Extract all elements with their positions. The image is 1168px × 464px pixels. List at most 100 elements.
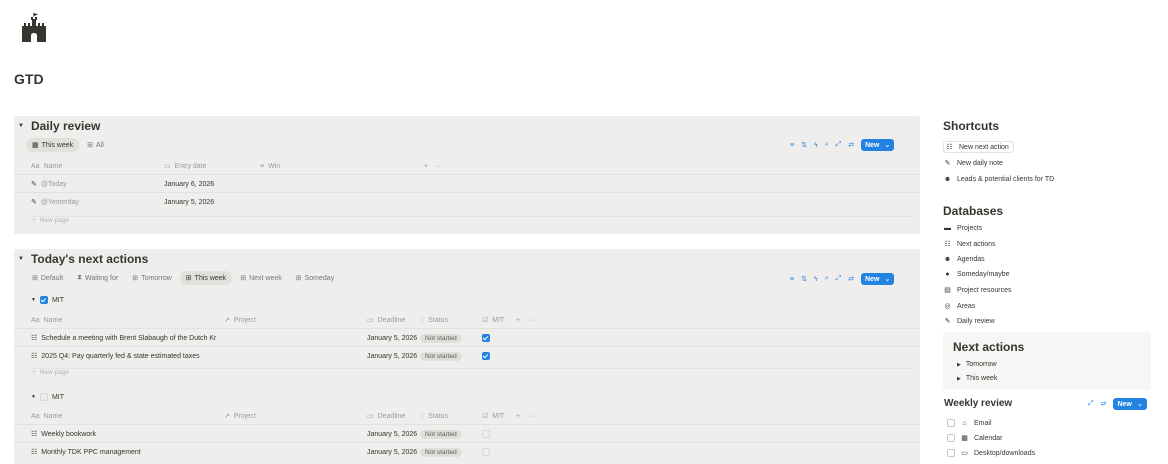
new-page-button[interactable]: + New page: [32, 368, 912, 376]
tab-this-week[interactable]: ⊞ This week: [179, 271, 233, 285]
add-column-button[interactable]: +: [424, 157, 428, 175]
checkbox-empty-icon[interactable]: [482, 430, 490, 438]
settings-icon[interactable]: ⇄: [1101, 400, 1107, 408]
row-status-cell[interactable]: Not started: [420, 425, 462, 443]
more-icon[interactable]: ···: [436, 157, 443, 175]
row-deadline[interactable]: January 5, 2026: [367, 443, 417, 461]
column-status[interactable]: ◌ Status: [420, 407, 448, 425]
group-header-mit-checked[interactable]: ▼ MIT: [31, 296, 64, 304]
filter-icon[interactable]: ≡: [790, 142, 794, 149]
database-agendas[interactable]: ☻ Agendas: [943, 256, 985, 263]
weekly-item-email[interactable]: ⌂ Email: [947, 419, 992, 427]
toggle-triangle-icon[interactable]: ▶: [957, 362, 961, 368]
tab-this-week[interactable]: ▦ This week: [26, 138, 80, 152]
chevron-down-icon[interactable]: ⌄: [885, 141, 891, 149]
table-row[interactable]: ☷ Weekly bookwork January 5, 2026 Not sta…: [14, 424, 920, 442]
shortcut-leads[interactable]: ☻ Leads & potential clients for TD: [943, 176, 1054, 183]
filter-icon[interactable]: ≡: [790, 276, 794, 283]
checkbox-checked-icon[interactable]: [482, 334, 490, 342]
tab-next-week[interactable]: ⊞ Next week: [234, 271, 288, 285]
table-row[interactable]: ☷ 2025 Q4: Pay quarterly fed & state esti…: [14, 346, 920, 364]
column-deadline[interactable]: ▭ Deadline: [367, 407, 405, 425]
row-name-cell[interactable]: ☷ Schedule a meeting with Brent Slabaugh …: [31, 329, 221, 347]
toggle-triangle-icon[interactable]: ▶: [957, 376, 961, 382]
row-name-cell[interactable]: ☷ 2025 Q4: Pay quarterly fed & state esti…: [31, 347, 221, 365]
shortcut-new-next-action[interactable]: ☷ New next action: [943, 141, 1014, 153]
row-name-cell[interactable]: ☷ Monthly TDK PPC management: [31, 443, 221, 461]
weekly-item-calendar[interactable]: ▦ Calendar: [947, 434, 1002, 442]
group-header-mit-unchecked[interactable]: ▼ MIT: [31, 393, 64, 401]
table-row[interactable]: ✎ @Yesterday January 5, 2026: [14, 192, 920, 210]
sort-icon[interactable]: ⇅: [801, 275, 807, 283]
database-someday-maybe[interactable]: ● Someday/maybe: [943, 271, 1009, 278]
more-icon[interactable]: ···: [528, 407, 535, 425]
search-icon[interactable]: ⌕: [825, 141, 829, 149]
automation-icon[interactable]: ϟ: [814, 142, 818, 149]
plus-icon[interactable]: +: [516, 317, 520, 324]
row-deadline[interactable]: January 5, 2026: [367, 329, 417, 347]
tab-all[interactable]: ⊞ All: [81, 138, 110, 152]
database-project-resources[interactable]: ▤ Project resources: [943, 286, 1011, 295]
toggle-triangle-icon[interactable]: ▼: [18, 123, 24, 129]
toggle-triangle-icon[interactable]: ▼: [18, 256, 24, 262]
plus-icon[interactable]: +: [516, 413, 520, 420]
column-entry-date[interactable]: ▭ Entry date: [164, 157, 207, 175]
row-date[interactable]: January 6, 2026: [164, 175, 214, 193]
database-daily-review[interactable]: ✎ Daily review: [943, 317, 995, 326]
table-row[interactable]: ✎ @Today January 6, 2026: [14, 174, 920, 192]
column-project[interactable]: ↗ Project: [224, 311, 256, 329]
new-button[interactable]: New ⌄: [1113, 398, 1147, 410]
weekly-review-heading[interactable]: Weekly review: [944, 398, 1012, 409]
column-win[interactable]: ≡ Win: [260, 157, 280, 175]
mit-checkbox[interactable]: [482, 329, 490, 347]
database-projects[interactable]: ▬ Projects: [943, 225, 982, 232]
castle-icon[interactable]: [18, 12, 50, 44]
column-name[interactable]: Aa Name: [31, 157, 62, 175]
checkbox-empty-icon[interactable]: [947, 434, 955, 442]
new-button[interactable]: New ⌄: [861, 139, 895, 151]
column-name[interactable]: Aa Name: [31, 407, 62, 425]
toggle-triangle-icon[interactable]: ▼: [31, 297, 36, 303]
expand-icon[interactable]: ⤢: [1088, 400, 1094, 408]
checkbox-empty-icon[interactable]: [947, 419, 955, 427]
column-mit[interactable]: ☑ MIT: [482, 407, 504, 425]
expand-icon[interactable]: ⤢: [836, 141, 842, 149]
settings-icon[interactable]: ⇄: [848, 275, 854, 283]
row-date[interactable]: January 5, 2026: [164, 193, 214, 211]
checkbox-empty-icon[interactable]: [482, 448, 490, 456]
column-deadline[interactable]: ▭ Deadline: [367, 311, 405, 329]
table-row[interactable]: ☷ Schedule a meeting with Brent Slabaugh …: [14, 328, 920, 346]
settings-icon[interactable]: ⇄: [848, 141, 854, 149]
tab-default[interactable]: ⊞ Default: [26, 271, 69, 285]
tab-tomorrow[interactable]: ⊞ Tomorrow: [126, 271, 178, 285]
sort-icon[interactable]: ⇅: [801, 141, 807, 149]
row-name-cell[interactable]: ✎ @Today: [31, 175, 67, 193]
row-status-cell[interactable]: Not started: [420, 329, 462, 347]
database-areas[interactable]: ◎ Areas: [943, 302, 975, 311]
row-deadline[interactable]: January 5, 2026: [367, 425, 417, 443]
next-actions-title[interactable]: ▼ Today's next actions: [18, 252, 148, 266]
row-deadline[interactable]: January 5, 2026: [367, 347, 417, 365]
automation-icon[interactable]: ϟ: [814, 276, 818, 283]
tab-waiting-for[interactable]: ⧗ Waiting for: [71, 271, 124, 285]
plus-icon[interactable]: +: [424, 163, 428, 170]
mit-checkbox[interactable]: [482, 425, 490, 443]
shortcut-new-daily-note[interactable]: ✎ New daily note: [943, 159, 1003, 168]
checkbox-empty-icon[interactable]: [947, 449, 955, 457]
column-name[interactable]: Aa Name: [31, 311, 62, 329]
new-button[interactable]: New ⌄: [861, 273, 895, 285]
mit-checkbox[interactable]: [482, 443, 490, 461]
database-next-actions[interactable]: ☷ Next actions: [943, 240, 995, 249]
checkbox-checked-icon[interactable]: [482, 352, 490, 360]
toggle-this-week[interactable]: ▶ This week: [957, 375, 997, 382]
table-row[interactable]: ☷ Monthly TDK PPC management January 5, 2…: [14, 442, 920, 460]
tab-someday[interactable]: ⊞ Someday: [290, 271, 340, 285]
toggle-triangle-icon[interactable]: ▼: [31, 394, 36, 400]
row-status-cell[interactable]: Not started: [420, 443, 462, 461]
row-name-cell[interactable]: ☷ Weekly bookwork: [31, 425, 221, 443]
add-column-button[interactable]: +: [516, 407, 520, 425]
weekly-item-desktop-downloads[interactable]: ▭ Desktop/downloads: [947, 449, 1035, 457]
toggle-tomorrow[interactable]: ▶ Tomorrow: [957, 361, 997, 368]
more-icon[interactable]: ···: [528, 311, 535, 329]
daily-review-title[interactable]: ▼ Daily review: [18, 119, 100, 133]
